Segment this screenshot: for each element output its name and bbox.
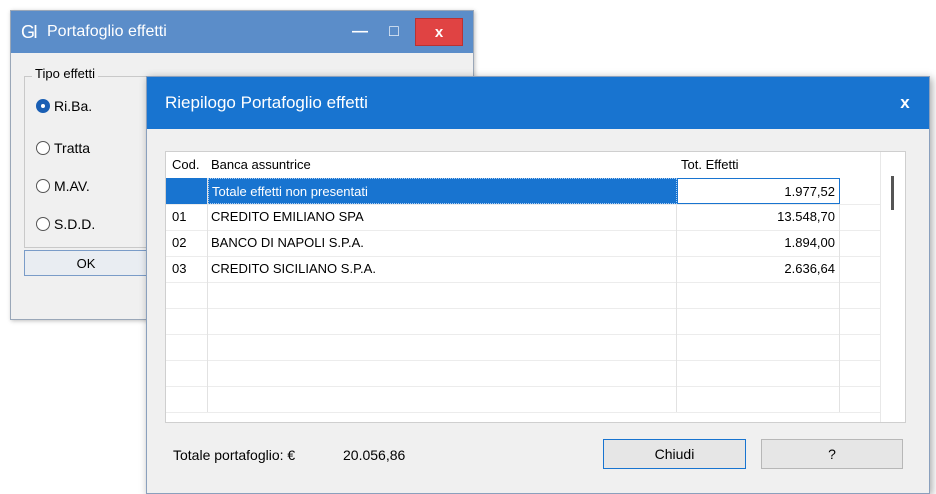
maximize-button[interactable]: □ xyxy=(377,11,411,53)
cell-banca: CREDITO SICILIANO S.P.A. xyxy=(208,256,677,282)
riepilogo-dialog: Riepilogo Portafoglio effetti x Cod. Ban… xyxy=(146,76,930,494)
vertical-scrollbar[interactable] xyxy=(880,152,905,422)
grid-header: Cod. Banca assuntrice Tot. Effetti xyxy=(166,152,880,178)
table-row[interactable]: 03 CREDITO SICILIANO S.P.A. 2.636,64 xyxy=(166,256,880,283)
radio-sdd[interactable]: S.D.D. xyxy=(36,216,95,232)
back-window-title: Portafoglio effetti xyxy=(47,23,167,40)
cell-tot: 13.548,70 xyxy=(677,204,840,230)
total-portafoglio-label: Totale portafoglio: € xyxy=(173,447,296,463)
cell-banca: CREDITO EMILIANO SPA xyxy=(208,204,677,230)
ok-button[interactable]: OK xyxy=(24,250,148,276)
chiudi-button[interactable]: Chiudi xyxy=(603,439,746,469)
radio-tratta[interactable]: Tratta xyxy=(36,140,90,156)
column-header-tot[interactable]: Tot. Effetti xyxy=(677,152,840,178)
column-header-banca[interactable]: Banca assuntrice xyxy=(208,152,677,178)
radio-riba-label: Ri.Ba. xyxy=(54,98,93,114)
empty-row[interactable] xyxy=(166,334,880,361)
radio-mav-label: M.AV. xyxy=(54,178,90,194)
dialog-title: Riepilogo Portafoglio effetti xyxy=(165,93,368,112)
empty-row[interactable] xyxy=(166,386,880,413)
summary-grid[interactable]: Cod. Banca assuntrice Tot. Effetti Total… xyxy=(165,151,906,423)
empty-row[interactable] xyxy=(166,360,880,387)
radio-unchecked-icon[interactable] xyxy=(36,179,50,193)
cell-cod: 03 xyxy=(166,256,208,282)
back-title-bar[interactable]: GI Portafoglio effetti — □ x xyxy=(11,11,473,53)
table-row[interactable]: 02 BANCO DI NAPOLI S.P.A. 1.894,00 xyxy=(166,230,880,257)
empty-row[interactable] xyxy=(166,308,880,335)
cell-tot: 1.894,00 xyxy=(677,230,840,256)
radio-checked-icon[interactable] xyxy=(36,99,50,113)
back-close-button[interactable]: x xyxy=(415,18,463,46)
cell-tot: 1.977,52 xyxy=(677,178,840,204)
tipo-effetti-label: Tipo effetti xyxy=(32,66,98,81)
cell-cod xyxy=(166,178,208,204)
cell-tot: 2.636,64 xyxy=(677,256,840,282)
radio-sdd-label: S.D.D. xyxy=(54,216,96,232)
minimize-button[interactable]: — xyxy=(343,11,377,53)
radio-riba[interactable]: Ri.Ba. xyxy=(36,98,92,114)
cell-cod: 02 xyxy=(166,230,208,256)
table-row[interactable]: 01 CREDITO EMILIANO SPA 13.548,70 xyxy=(166,204,880,231)
help-button[interactable]: ? xyxy=(761,439,903,469)
cell-cod: 01 xyxy=(166,204,208,230)
scrollbar-thumb[interactable] xyxy=(891,176,894,210)
dialog-close-button[interactable]: x xyxy=(893,91,917,115)
radio-unchecked-icon[interactable] xyxy=(36,141,50,155)
empty-row[interactable] xyxy=(166,282,880,309)
cell-banca: BANCO DI NAPOLI S.P.A. xyxy=(208,230,677,256)
table-row[interactable]: Totale effetti non presentati 1.977,52 xyxy=(166,178,880,205)
radio-mav[interactable]: M.AV. xyxy=(36,178,90,194)
radio-tratta-label: Tratta xyxy=(54,140,91,156)
cell-banca: Totale effetti non presentati xyxy=(208,178,677,204)
dialog-title-bar[interactable]: Riepilogo Portafoglio effetti x xyxy=(147,77,929,129)
total-portafoglio-value: 20.056,86 xyxy=(343,447,406,463)
app-logo-icon: GI xyxy=(21,21,38,42)
column-header-cod[interactable]: Cod. xyxy=(166,152,208,178)
radio-unchecked-icon[interactable] xyxy=(36,217,50,231)
